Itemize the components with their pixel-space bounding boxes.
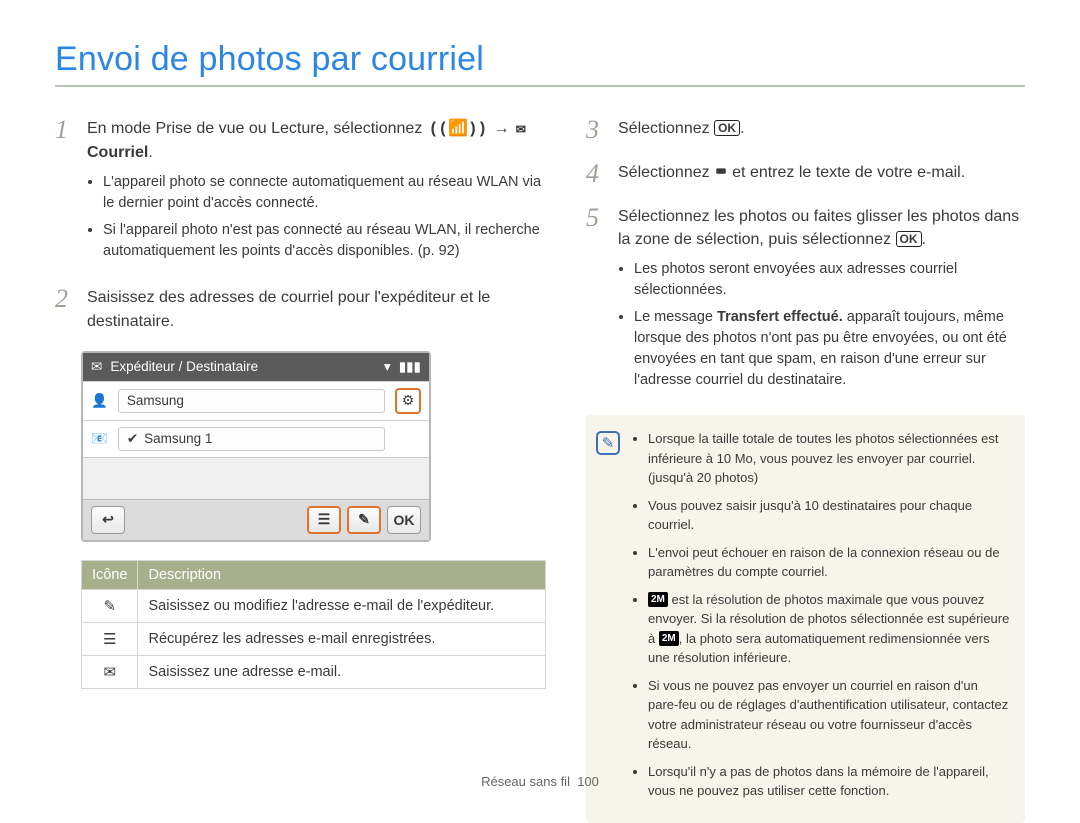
step-5-text-b: . — [922, 231, 926, 248]
camera-ui-mockup: ✉ Expéditeur / Destinataire ▾ ▮▮▮ 👤 Sams… — [81, 351, 431, 542]
recipient-value: Samsung 1 — [144, 431, 212, 446]
back-button[interactable]: ↩ — [91, 506, 125, 534]
page-title: Envoi de photos par courriel — [55, 40, 1025, 79]
mailbox-icon: ✉ — [91, 359, 102, 375]
user-icon: 👤 — [91, 393, 108, 409]
step-4-body: Sélectionnez ⌨ et entrez le texte de vot… — [618, 161, 965, 187]
info-item-1: Lorsque la taille totale de toutes les p… — [648, 429, 1011, 488]
b2-bold: Transfert effectué. — [717, 309, 843, 325]
mail-edit-icon: ✉ — [82, 655, 138, 688]
step-3-text-b: . — [740, 120, 744, 137]
step-1-bullet-1: L'appareil photo se connecte automatique… — [103, 172, 546, 214]
icon-description-table: Icône Description ✎ Saisissez ou modifie… — [81, 560, 546, 689]
ui-blank-area — [83, 457, 429, 499]
ok-button[interactable]: OK — [387, 506, 421, 534]
step-5-body: Sélectionnez les photos ou faites glisse… — [618, 205, 1025, 397]
table-desc-1: Saisissez ou modifiez l'adresse e-mail d… — [138, 589, 546, 622]
ok-badge: OK — [714, 120, 740, 136]
resolution-badge: 2M — [648, 592, 668, 607]
step-3-text-a: Sélectionnez — [618, 120, 714, 137]
step-3-body: Sélectionnez OK. — [618, 117, 745, 143]
info-item-5: Si vous ne pouvez pas envoyer un courrie… — [648, 676, 1011, 754]
resolution-badge: 2M — [659, 631, 679, 646]
table-head-icon: Icône — [82, 560, 138, 589]
step-number-5: 5 — [586, 205, 608, 397]
table-desc-3: Saisissez une adresse e-mail. — [138, 655, 546, 688]
signal-icon: ▾ — [384, 359, 391, 375]
right-column: 3 Sélectionnez OK. 4 Sélectionnez ⌨ et e… — [586, 117, 1025, 823]
footer-section: Réseau sans fil — [481, 774, 570, 789]
table-desc-2: Récupérez les adresses e-mail enregistré… — [138, 622, 546, 655]
step-1-text-b: → — [489, 120, 514, 137]
step-4-text-a: Sélectionnez — [618, 164, 714, 181]
step-number-1: 1 — [55, 117, 77, 268]
info-item-2: Vous pouvez saisir jusqu'à 10 destinatai… — [648, 496, 1011, 535]
check-icon: ✔ — [127, 431, 138, 447]
table-row: ☰ Récupérez les adresses e-mail enregist… — [82, 622, 546, 655]
gear-button[interactable]: ⚙ — [395, 388, 421, 414]
step-number-3: 3 — [586, 117, 608, 143]
step-1-text-a: En mode Prise de vue ou Lecture, sélecti… — [87, 120, 427, 137]
info-item-4: 2M est la résolution de photos maximale … — [648, 590, 1011, 668]
page-number: 100 — [577, 774, 599, 789]
step-1-text-d: . — [148, 144, 152, 161]
recipient-field[interactable]: ✔ Samsung 1 — [118, 427, 385, 451]
step-5-text-a: Sélectionnez les photos ou faites glisse… — [618, 208, 1019, 248]
title-rule — [55, 85, 1025, 87]
step-2-text: Saisissez des adresses de courriel pour … — [87, 286, 546, 332]
info4-post: , la photo sera automatiquement redimens… — [648, 631, 990, 666]
info-icon: ✎ — [596, 431, 620, 455]
step-4-text-b: et entrez le texte de votre e-mail. — [728, 164, 965, 181]
ui-header-text: Expéditeur / Destinataire — [110, 359, 258, 374]
step-1-text-c: Courriel — [87, 144, 148, 161]
step-5-bullet-2: Le message Transfert effectué. apparaît … — [634, 307, 1025, 391]
step-5-bullet-1: Les photos seront envoyées aux adresses … — [634, 259, 1025, 301]
battery-icon: ▮▮▮ — [399, 359, 421, 375]
step-1-bullet-2: Si l'appareil photo n'est pas connecté a… — [103, 220, 546, 262]
page-footer: Réseau sans fil 100 — [0, 774, 1080, 789]
list-icon: ☰ — [82, 622, 138, 655]
inbox-icon: 📧 — [91, 431, 108, 447]
ok-badge: OK — [896, 231, 922, 247]
table-row: ✎ Saisissez ou modifiez l'adresse e-mail… — [82, 589, 546, 622]
compose-button[interactable]: ✎ — [347, 506, 381, 534]
info-item-3: L'envoi peut échouer en raison de la con… — [648, 543, 1011, 582]
step-number-2: 2 — [55, 286, 77, 332]
sender-value: Samsung — [127, 393, 184, 408]
table-head-desc: Description — [138, 560, 546, 589]
b2-pre: Le message — [634, 309, 717, 325]
contacts-button[interactable]: ☰ — [307, 506, 341, 534]
wifi-icon: ((📶)) — [427, 118, 489, 141]
left-column: 1 En mode Prise de vue ou Lecture, sélec… — [55, 117, 546, 823]
step-number-4: 4 — [586, 161, 608, 187]
table-row: ✉ Saisissez une adresse e-mail. — [82, 655, 546, 688]
pencil-icon: ✎ — [82, 589, 138, 622]
keyboard-icon: ⌨ — [714, 162, 728, 185]
step-1-body: En mode Prise de vue ou Lecture, sélecti… — [87, 117, 546, 268]
info-box: ✎ Lorsque la taille totale de toutes les… — [586, 415, 1025, 823]
envelope-icon: ✉ — [514, 118, 528, 141]
sender-field[interactable]: Samsung — [118, 389, 385, 413]
